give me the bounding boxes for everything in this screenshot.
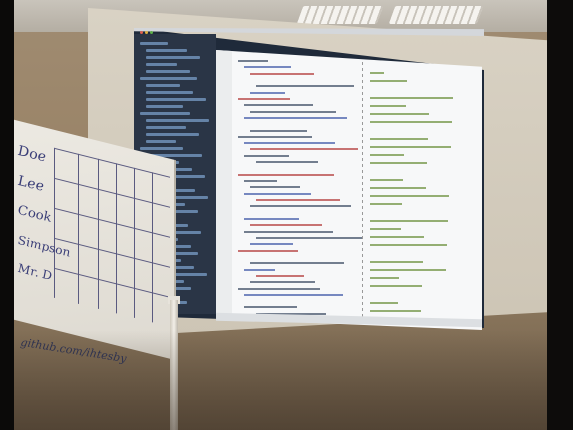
right-edge-shadow: [547, 0, 573, 430]
result-line: [370, 113, 429, 115]
code-line: [244, 268, 275, 271]
result-line: [370, 285, 422, 288]
result-line: [370, 96, 453, 99]
result-line: [370, 178, 403, 181]
sidebar-file-entry: [146, 49, 187, 52]
sidebar-file-entry: [146, 56, 200, 59]
line-number-gutter: [216, 50, 232, 330]
code-line: [244, 154, 289, 157]
sidebar-file-entry: [146, 70, 190, 73]
code-line: [244, 192, 311, 195]
result-line: [370, 145, 451, 148]
code-line: [256, 236, 362, 239]
code-line: [256, 85, 354, 88]
result-line: [370, 203, 402, 206]
sidebar-file-entry: [140, 42, 168, 45]
wb-row-label: Lee: [18, 172, 44, 196]
sidebar-file-entry: [146, 63, 177, 66]
sidebar-file-entry: [146, 98, 206, 101]
wb-grid-line: [134, 167, 135, 318]
code-line: [250, 110, 336, 113]
code-line: [244, 142, 335, 145]
code-line: [250, 243, 293, 246]
wb-row-label: Cook: [18, 202, 52, 227]
code-line: [244, 116, 347, 119]
result-line: [370, 236, 424, 238]
result-line: [370, 260, 423, 263]
code-line: [244, 104, 313, 107]
code-line: [250, 262, 344, 265]
code-line: [244, 180, 277, 183]
sidebar-file-entry: [140, 112, 190, 115]
code-line: [250, 186, 300, 189]
ide-editor: [216, 50, 482, 330]
code-line: [244, 66, 291, 69]
sidebar-file-entry: [146, 140, 176, 143]
code-line: [238, 60, 268, 62]
code-line: [256, 161, 318, 164]
code-line: [238, 97, 290, 100]
code-line: [250, 91, 285, 94]
code-line: [244, 230, 333, 233]
sidebar-file-entry: [146, 91, 193, 94]
wb-grid-line: [152, 172, 153, 323]
result-line: [370, 154, 404, 156]
sidebar-file-entry: [146, 84, 180, 87]
result-line: [370, 219, 448, 222]
sidebar-file-entry: [146, 126, 186, 129]
ceiling-light-left: [296, 6, 384, 24]
result-line: [370, 186, 426, 189]
results-divider: [362, 50, 363, 330]
wb-row-label: Mr. D: [18, 260, 52, 284]
code-line: [238, 287, 320, 290]
code-line: [238, 135, 312, 138]
wb-grid-line: [78, 153, 79, 305]
sidebar-file-entry: [146, 105, 183, 108]
sidebar-file-entry: [140, 77, 197, 80]
code-line: [250, 281, 315, 284]
code-line: [244, 306, 297, 309]
code-line: [244, 218, 299, 220]
result-line: [370, 277, 399, 279]
result-line: [370, 309, 421, 312]
ceiling-light-right: [388, 6, 484, 24]
code-line: [238, 173, 334, 176]
sidebar-file-entry: [146, 133, 199, 136]
code-line: [250, 148, 358, 151]
code-line: [250, 205, 351, 208]
result-line: [370, 227, 401, 230]
result-line: [370, 104, 406, 107]
code-line: [250, 224, 322, 227]
whiteboard: Doe Lee Cook Simpson Mr. D: [14, 119, 176, 361]
result-line: [370, 72, 384, 74]
result-line: [370, 244, 447, 247]
wb-grid-line: [98, 158, 99, 309]
code-line: [256, 199, 340, 202]
wb-row-label: Doe: [18, 142, 46, 166]
result-line: [370, 137, 428, 140]
result-line: [370, 268, 446, 271]
code-line: [250, 72, 314, 75]
code-line: [244, 293, 343, 296]
result-line: [370, 162, 427, 165]
left-edge-shadow: [0, 0, 14, 430]
sidebar-file-entry: [140, 147, 183, 150]
code-line: [256, 274, 304, 277]
wb-grid-line: [54, 147, 55, 299]
code-line: [250, 129, 307, 132]
wb-grid-line: [116, 163, 117, 314]
sidebar-file-entry: [146, 119, 209, 122]
result-line: [370, 195, 449, 197]
result-line: [370, 301, 398, 304]
wb-row-label: Simpson: [18, 232, 71, 260]
result-line: [370, 121, 452, 124]
code-line: [238, 249, 298, 252]
result-line: [370, 80, 407, 83]
